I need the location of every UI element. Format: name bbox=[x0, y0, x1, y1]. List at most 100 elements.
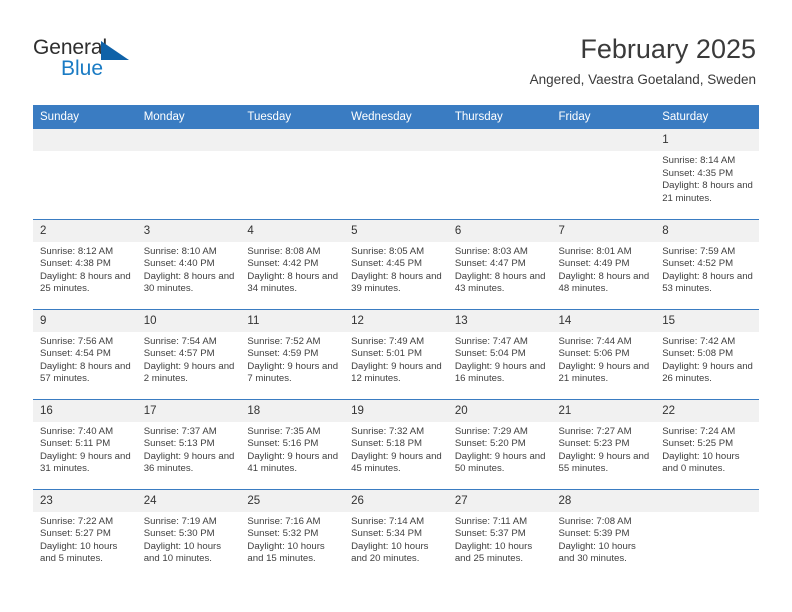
calendar-day-cell[interactable]: 24 Sunrise: 7:19 AM Sunset: 5:30 PM Dayligh… bbox=[136, 488, 241, 579]
calendar-body: 1 Sunrise: 8:14 AM Sunset: 4:35 PM Daylight… bbox=[33, 129, 759, 579]
daylight-text: Daylight: 8 hours and 57 minutes. bbox=[40, 360, 131, 385]
day-sun-info: Sunrise: 7:14 AM Sunset: 5:34 PM Daylight:… bbox=[344, 512, 448, 566]
daylight-text: Daylight: 10 hours and 5 minutes. bbox=[40, 540, 118, 565]
calendar-day-cell[interactable]: 14 Sunrise: 7:44 AM Sunset: 5:06 PM Dayligh… bbox=[551, 308, 656, 399]
calendar-day-cell[interactable]: 21 Sunrise: 7:27 AM Sunset: 5:23 PM Dayligh… bbox=[551, 398, 656, 489]
sunset-text: Sunset: 5:16 PM bbox=[247, 438, 319, 450]
day-sun-info: Sunrise: 7:52 AM Sunset: 4:59 PM Daylight:… bbox=[240, 332, 344, 386]
day-number: 19 bbox=[344, 399, 448, 422]
calendar-day-cell[interactable]: 9 Sunrise: 7:56 AM Sunset: 4:54 PM Daylight… bbox=[33, 308, 137, 399]
calendar-day-cell[interactable]: 18 Sunrise: 7:35 AM Sunset: 5:16 PM Dayligh… bbox=[240, 398, 345, 489]
sunrise-text: Sunrise: 7:08 AM bbox=[558, 515, 632, 527]
daylight-text: Daylight: 8 hours and 43 minutes. bbox=[454, 270, 546, 295]
daylight-text: Daylight: 9 hours and 21 minutes. bbox=[558, 360, 650, 385]
location-subtitle: Angered, Vaestra Goetaland, Sweden bbox=[529, 72, 756, 87]
day-number: 10 bbox=[136, 309, 241, 332]
day-sun-info: Sunrise: 8:01 AM Sunset: 4:49 PM Daylight:… bbox=[552, 242, 656, 296]
day-sun-info: Sunrise: 7:16 AM Sunset: 5:32 PM Daylight:… bbox=[240, 512, 344, 566]
calendar-day-cell[interactable]: 15 Sunrise: 7:42 AM Sunset: 5:08 PM Dayligh… bbox=[655, 308, 759, 399]
daylight-text: Daylight: 9 hours and 2 minutes. bbox=[143, 360, 235, 385]
calendar-day-cell[interactable]: 12 Sunrise: 7:49 AM Sunset: 5:01 PM Dayligh… bbox=[344, 308, 448, 399]
day-sun-info: Sunrise: 7:27 AM Sunset: 5:23 PM Daylight:… bbox=[552, 422, 656, 476]
daylight-text: Daylight: 9 hours and 12 minutes. bbox=[351, 360, 442, 385]
calendar-cell-empty bbox=[447, 129, 552, 219]
daylight-text: Daylight: 9 hours and 31 minutes. bbox=[40, 450, 131, 475]
calendar-day-cell[interactable]: 2 Sunrise: 8:12 AM Sunset: 4:38 PM Daylight… bbox=[33, 218, 137, 309]
sunrise-text: Sunrise: 7:54 AM bbox=[143, 335, 217, 347]
calendar-day-cell[interactable]: 8 Sunrise: 7:59 AM Sunset: 4:52 PM Daylight… bbox=[655, 218, 759, 309]
day-sun-info: Sunrise: 7:11 AM Sunset: 5:37 PM Daylight:… bbox=[448, 512, 552, 566]
weekday-header-friday: Friday bbox=[551, 105, 656, 129]
sunset-text: Sunset: 4:35 PM bbox=[662, 167, 734, 179]
calendar-day-cell[interactable]: 5 Sunrise: 8:05 AM Sunset: 4:45 PM Daylight… bbox=[344, 218, 448, 309]
day-number bbox=[240, 129, 345, 151]
day-number: 28 bbox=[551, 489, 656, 512]
day-number bbox=[551, 129, 656, 151]
general-blue-logo[interactable]: General Blue bbox=[33, 36, 213, 88]
sunset-text: Sunset: 5:37 PM bbox=[454, 528, 526, 540]
calendar-day-cell[interactable]: 26 Sunrise: 7:14 AM Sunset: 5:34 PM Dayligh… bbox=[344, 488, 448, 579]
day-number bbox=[136, 129, 241, 151]
calendar-day-cell[interactable]: 17 Sunrise: 7:37 AM Sunset: 5:13 PM Dayligh… bbox=[136, 398, 241, 489]
sunrise-text: Sunrise: 7:22 AM bbox=[40, 515, 114, 527]
calendar-cell-empty bbox=[136, 129, 241, 219]
daylight-text: Daylight: 9 hours and 45 minutes. bbox=[351, 450, 442, 475]
day-number: 3 bbox=[136, 219, 241, 242]
day-number: 27 bbox=[447, 489, 552, 512]
sunset-text: Sunset: 5:18 PM bbox=[351, 438, 423, 450]
calendar-week-row: 2 Sunrise: 8:12 AM Sunset: 4:38 PM Daylight… bbox=[33, 218, 759, 309]
calendar-day-cell[interactable]: 3 Sunrise: 8:10 AM Sunset: 4:40 PM Daylight… bbox=[136, 218, 241, 309]
calendar-day-cell[interactable]: 16 Sunrise: 7:40 AM Sunset: 5:11 PM Dayligh… bbox=[33, 398, 137, 489]
sunset-text: Sunset: 4:52 PM bbox=[662, 258, 734, 270]
sunset-text: Sunset: 5:27 PM bbox=[40, 528, 111, 540]
sunrise-text: Sunrise: 8:10 AM bbox=[143, 245, 217, 257]
calendar-day-cell[interactable]: 28 Sunrise: 7:08 AM Sunset: 5:39 PM Dayligh… bbox=[551, 488, 656, 579]
calendar-day-cell[interactable]: 11 Sunrise: 7:52 AM Sunset: 4:59 PM Dayligh… bbox=[240, 308, 345, 399]
calendar-day-cell[interactable]: 25 Sunrise: 7:16 AM Sunset: 5:32 PM Dayligh… bbox=[240, 488, 345, 579]
calendar-day-cell[interactable]: 13 Sunrise: 7:47 AM Sunset: 5:04 PM Dayligh… bbox=[447, 308, 552, 399]
sunrise-text: Sunrise: 7:24 AM bbox=[662, 425, 736, 437]
sunrise-text: Sunrise: 7:11 AM bbox=[454, 515, 528, 527]
calendar-day-cell[interactable]: 20 Sunrise: 7:29 AM Sunset: 5:20 PM Dayligh… bbox=[447, 398, 552, 489]
calendar-day-cell[interactable]: 10 Sunrise: 7:54 AM Sunset: 4:57 PM Dayligh… bbox=[136, 308, 241, 399]
weekday-header-row: Sunday Monday Tuesday Wednesday Thursday… bbox=[33, 105, 759, 129]
calendar-week-row: 23 Sunrise: 7:22 AM Sunset: 5:27 PM Dayligh… bbox=[33, 488, 759, 579]
daylight-text: Daylight: 10 hours and 25 minutes. bbox=[454, 540, 533, 565]
calendar-day-cell[interactable]: 6 Sunrise: 8:03 AM Sunset: 4:47 PM Daylight… bbox=[447, 218, 552, 309]
sunset-text: Sunset: 5:11 PM bbox=[40, 438, 111, 450]
daylight-text: Daylight: 10 hours and 15 minutes. bbox=[247, 540, 325, 565]
calendar-page: General Blue February 2025 Angered, Vaes… bbox=[0, 0, 792, 612]
calendar-day-cell[interactable]: 7 Sunrise: 8:01 AM Sunset: 4:49 PM Daylight… bbox=[551, 218, 656, 309]
calendar-day-cell[interactable]: 19 Sunrise: 7:32 AM Sunset: 5:18 PM Dayligh… bbox=[344, 398, 448, 489]
calendar-cell-empty bbox=[551, 129, 656, 219]
calendar-day-cell[interactable]: 27 Sunrise: 7:11 AM Sunset: 5:37 PM Dayligh… bbox=[447, 488, 552, 579]
page-header: General Blue February 2025 Angered, Vaes… bbox=[0, 0, 792, 100]
day-sun-info: Sunrise: 8:10 AM Sunset: 4:40 PM Daylight:… bbox=[137, 242, 241, 296]
calendar-day-cell[interactable]: 4 Sunrise: 8:08 AM Sunset: 4:42 PM Daylight… bbox=[240, 218, 345, 309]
day-sun-info: Sunrise: 7:42 AM Sunset: 5:08 PM Daylight:… bbox=[655, 332, 759, 386]
daylight-text: Daylight: 10 hours and 10 minutes. bbox=[143, 540, 222, 565]
day-sun-info: Sunrise: 7:40 AM Sunset: 5:11 PM Daylight:… bbox=[33, 422, 137, 476]
day-number: 2 bbox=[33, 219, 137, 242]
weekday-header-wednesday: Wednesday bbox=[344, 105, 448, 129]
calendar-day-cell[interactable]: 1 Sunrise: 8:14 AM Sunset: 4:35 PM Daylight… bbox=[655, 129, 759, 219]
day-number: 6 bbox=[447, 219, 552, 242]
daylight-text: Daylight: 9 hours and 41 minutes. bbox=[247, 450, 339, 475]
day-sun-info: Sunrise: 7:54 AM Sunset: 4:57 PM Daylight:… bbox=[137, 332, 241, 386]
sunset-text: Sunset: 4:47 PM bbox=[454, 258, 526, 270]
day-number: 25 bbox=[240, 489, 345, 512]
calendar-day-cell[interactable]: 23 Sunrise: 7:22 AM Sunset: 5:27 PM Dayligh… bbox=[33, 488, 137, 579]
sunset-text: Sunset: 5:34 PM bbox=[351, 528, 423, 540]
daylight-text: Daylight: 8 hours and 39 minutes. bbox=[351, 270, 442, 295]
day-number: 18 bbox=[240, 399, 345, 422]
day-sun-info: Sunrise: 7:24 AM Sunset: 5:25 PM Daylight:… bbox=[655, 422, 759, 476]
sunrise-text: Sunrise: 7:49 AM bbox=[351, 335, 425, 347]
daylight-text: Daylight: 8 hours and 25 minutes. bbox=[40, 270, 131, 295]
daylight-text: Daylight: 10 hours and 20 minutes. bbox=[351, 540, 429, 565]
daylight-text: Daylight: 8 hours and 48 minutes. bbox=[558, 270, 650, 295]
day-sun-info: Sunrise: 7:22 AM Sunset: 5:27 PM Daylight:… bbox=[33, 512, 137, 566]
sunrise-text: Sunrise: 7:52 AM bbox=[247, 335, 321, 347]
calendar-day-cell[interactable]: 22 Sunrise: 7:24 AM Sunset: 5:25 PM Dayligh… bbox=[655, 398, 759, 489]
sunrise-text: Sunrise: 7:29 AM bbox=[454, 425, 528, 437]
sunset-text: Sunset: 4:49 PM bbox=[558, 258, 630, 270]
